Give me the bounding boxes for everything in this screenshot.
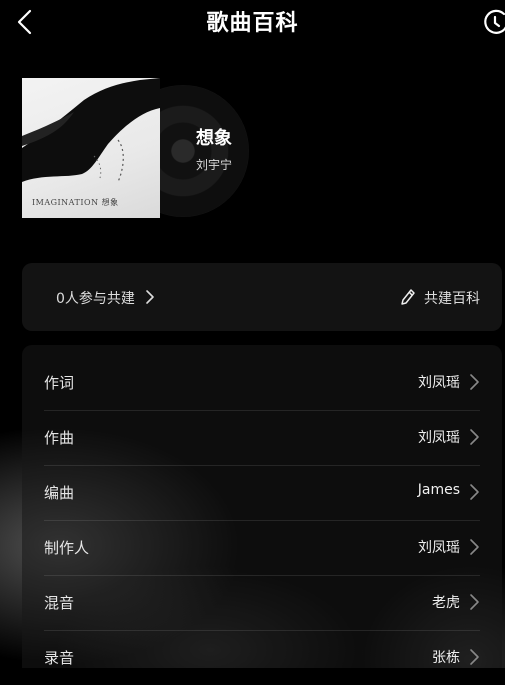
credit-person: 刘凤瑶 xyxy=(418,430,460,446)
credit-row-mixing[interactable]: 混音 老虎 xyxy=(44,575,480,631)
chevron-right-icon xyxy=(470,594,479,610)
credit-person: 张栋 xyxy=(432,650,460,666)
credit-row-lyricist[interactable]: 作词 刘凤瑶 xyxy=(44,355,480,411)
contributors-link[interactable]: 0人参与共建 xyxy=(56,288,155,308)
page-title: 歌曲百科 xyxy=(206,11,299,36)
chevron-right-icon xyxy=(146,290,155,304)
artist-name[interactable]: 刘宇宁 xyxy=(196,156,232,173)
co-edit-button[interactable]: 共建百科 xyxy=(400,288,480,308)
pencil-icon xyxy=(401,289,415,305)
credit-row-producer[interactable]: 制作人 刘凤瑶 xyxy=(44,520,480,576)
credit-person: 老虎 xyxy=(432,595,460,611)
chevron-right-icon xyxy=(470,649,479,665)
cover-caption: IMAGINATION 想象 xyxy=(32,198,119,207)
song-title: 想象 xyxy=(196,128,232,149)
credit-role: 制作人 xyxy=(44,539,90,557)
credit-row-arranger[interactable]: 编曲 James xyxy=(44,465,480,521)
history-icon xyxy=(484,9,505,34)
credits-panel: 作词 刘凤瑶 作曲 刘凤瑶 编曲 James 制作人 刘凤瑶 混音 老虎 录音 … xyxy=(22,345,502,668)
credit-row-recording[interactable]: 录音 张栋 xyxy=(44,630,480,685)
credit-row-composer[interactable]: 作曲 刘凤瑶 xyxy=(44,410,480,466)
chevron-right-icon xyxy=(470,374,479,390)
contributors-count-label: 0人参与共建 xyxy=(56,291,135,307)
credit-role: 作曲 xyxy=(44,429,75,447)
album-cover: IMAGINATION 想象 xyxy=(22,78,160,218)
chevron-right-icon xyxy=(470,539,479,555)
chevron-right-icon xyxy=(470,429,479,445)
credit-person: James xyxy=(417,482,460,498)
credit-role: 作词 xyxy=(44,374,75,392)
credit-person: 刘凤瑶 xyxy=(418,540,460,556)
credit-role: 混音 xyxy=(44,594,75,612)
credit-person: 刘凤瑶 xyxy=(418,375,460,391)
credit-role: 编曲 xyxy=(44,484,75,502)
chevron-right-icon xyxy=(470,484,479,500)
history-button[interactable] xyxy=(482,5,505,39)
credit-role: 录音 xyxy=(44,649,75,667)
top-bar: 歌曲百科 xyxy=(0,0,505,44)
co-edit-label: 共建百科 xyxy=(424,291,480,307)
contribution-card: 0人参与共建 共建百科 xyxy=(22,263,502,331)
